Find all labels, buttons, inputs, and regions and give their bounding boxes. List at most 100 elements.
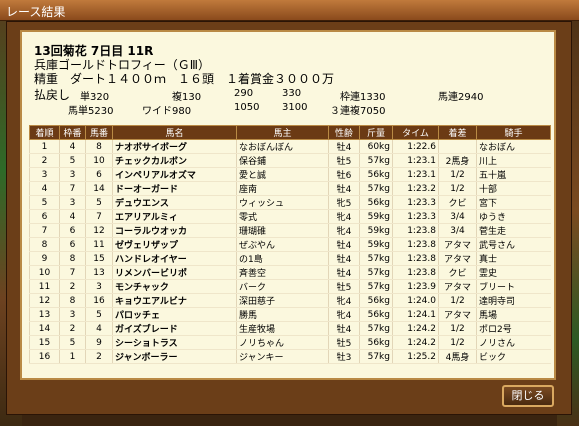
cell-time: 1:23.8 [392,223,439,238]
results-panel: 13回菊花 7日目 11R 兵庫ゴールドトロフィー（ＧⅢ） 精重 ダート１４００… [20,30,556,380]
cell-owner: 保谷鋪 [236,153,329,168]
cell-frame: 6 [59,223,86,238]
payout-wide-1: ワイド980 [142,106,192,117]
table-row: 3 3 6 インペリアルオズマ 愛と誠 牡6 56kg 1:23.1 1/2 五十嵐 [29,167,551,182]
cell-horse-name: ドーオーガード [112,181,237,196]
window-titlebar[interactable]: レース結果 [0,0,579,21]
cell-time: 1:23.1 [392,153,439,168]
header-rank: 着順 [29,125,60,140]
cell-time: 1:24.2 [392,321,439,336]
table-row: 12 8 16 キョウエアルビナ 深田慈子 牝4 56kg 1:24.0 1/2 達明寺司 [29,293,551,308]
cell-horse-name: コーラルウオッカ [112,223,237,238]
cell-owner: なおぼんぼん [236,139,329,154]
cell-frame: 6 [59,237,86,252]
header-jockey: 騎手 [476,125,551,140]
cell-horse-name: パロッチェ [112,307,237,322]
cell-sex-age: 牡4 [328,139,360,154]
cell-weight: 56kg [359,195,393,210]
cell-time: 1:23.3 [392,209,439,224]
cell-frame: 8 [59,293,86,308]
cell-frame: 5 [59,335,86,350]
cell-horse-no: 15 [85,251,113,266]
cell-time: 1:24.0 [392,293,439,308]
cell-weight: 60kg [359,139,393,154]
table-row: 4 7 14 ドーオーガード 座南 牡4 57kg 1:23.2 1/2 十部 [29,181,551,196]
cell-horse-no: 9 [85,335,113,350]
cell-sex-age: 牡4 [328,321,360,336]
cell-horse-name: ハンドレオイヤー [112,251,237,266]
cell-frame: 1 [59,349,86,364]
table-row: 7 6 12 コーラルウオッカ 珊瑚碓 牝4 59kg 1:23.8 3/4 菅生走 [29,223,551,238]
cell-rank: 16 [29,349,60,364]
cell-horse-name: リメンバービリポ [112,265,237,280]
table-row: 9 8 15 ハンドレオイヤー の1島 牡4 57kg 1:23.8 アタマ 真士 [29,251,551,266]
payout-fukusho-3: 330 [282,88,302,99]
cell-owner: 座南 [236,181,329,196]
results-table: 着順 枠番 馬番 馬名 馬主 性齢 斤量 タイム 着差 騎手 1 4 8 ナオボサイボ… [29,125,551,364]
cell-horse-name: ガイズブレード [112,321,237,336]
cell-jockey: 真士 [476,251,551,266]
cell-weight: 57kg [359,265,393,280]
cell-time: 1:24.2 [392,335,439,350]
race-conditions: 精重 ダート１４００ｍ １６頭 １着賞金３０００万 [34,72,335,86]
cell-time: 1:23.3 [392,195,439,210]
cell-margin: 1/2 [438,335,477,350]
cell-horse-no: 7 [85,209,113,224]
cell-owner: 愛と誠 [236,167,329,182]
cell-jockey: ポロ2号 [476,321,551,336]
cell-horse-name: エアリアルミィ [112,209,237,224]
cell-rank: 3 [29,167,60,182]
header-horse-no: 馬番 [85,125,113,140]
cell-horse-no: 4 [85,321,113,336]
table-row: 6 4 7 エアリアルミィ 零式 牝4 59kg 1:23.3 3/4 ゆうき [29,209,551,224]
header-time: タイム [392,125,439,140]
cell-jockey: 達明寺司 [476,293,551,308]
table-row: 14 2 4 ガイズブレード 生産牧場 牡4 57kg 1:24.2 1/2 ポロ2号 [29,321,551,336]
payout-wakuren: 枠連1330 [340,92,386,103]
payout-label: 払戻し [34,88,71,102]
cell-frame: 3 [59,307,86,322]
table-row: 10 7 13 リメンバービリポ 斉善空 牡4 57kg 1:23.8 クビ 霊史 [29,265,551,280]
cell-margin: 1/2 [438,167,477,182]
cell-owner: の1島 [236,251,329,266]
payout-fukusho-1: 複130 [172,92,202,103]
cell-horse-name: シーショトラス [112,335,237,350]
cell-sex-age: 牝4 [328,209,360,224]
cell-time: 1:23.8 [392,265,439,280]
cell-weight: 57kg [359,181,393,196]
cell-sex-age: 牝5 [328,195,360,210]
payout-umatan: 馬単5230 [68,106,114,117]
cell-owner: 生産牧場 [236,321,329,336]
payout-wide-2: 1050 [234,102,260,113]
cell-time: 1:23.8 [392,251,439,266]
cell-jockey: 武号さん [476,237,551,252]
cell-margin: 2馬身 [438,153,477,168]
cell-time: 1:23.9 [392,279,439,294]
payout-wide-3: 3100 [282,102,308,113]
table-row: 11 2 3 モンチャック バーク 牡5 57kg 1:23.9 アタマ ブリート [29,279,551,294]
cell-frame: 4 [59,209,86,224]
cell-rank: 12 [29,293,60,308]
cell-jockey: 菅生走 [476,223,551,238]
cell-rank: 7 [29,223,60,238]
cell-rank: 10 [29,265,60,280]
header-weight: 斤量 [359,125,393,140]
race-header: 13回菊花 7日目 11R [34,44,154,58]
cell-frame: 4 [59,139,86,154]
close-button[interactable]: 閉じる [502,385,554,407]
cell-frame: 3 [59,167,86,182]
cell-weight: 59kg [359,237,393,252]
cell-weight: 56kg [359,167,393,182]
cell-weight: 57kg [359,279,393,294]
payout-tansho: 単320 [80,92,110,103]
cell-jockey: 宮下 [476,195,551,210]
cell-sex-age: 牝4 [328,223,360,238]
cell-weight: 56kg [359,293,393,308]
cell-horse-name: ゼヴェリザップ [112,237,237,252]
cell-sex-age: 牡4 [328,265,360,280]
cell-margin: 1/2 [438,321,477,336]
cell-owner: ノリちゃん [236,335,329,350]
cell-horse-name: モンチャック [112,279,237,294]
cell-sex-age: 牡4 [328,181,360,196]
race-name: 兵庫ゴールドトロフィー（ＧⅢ） [34,58,211,72]
